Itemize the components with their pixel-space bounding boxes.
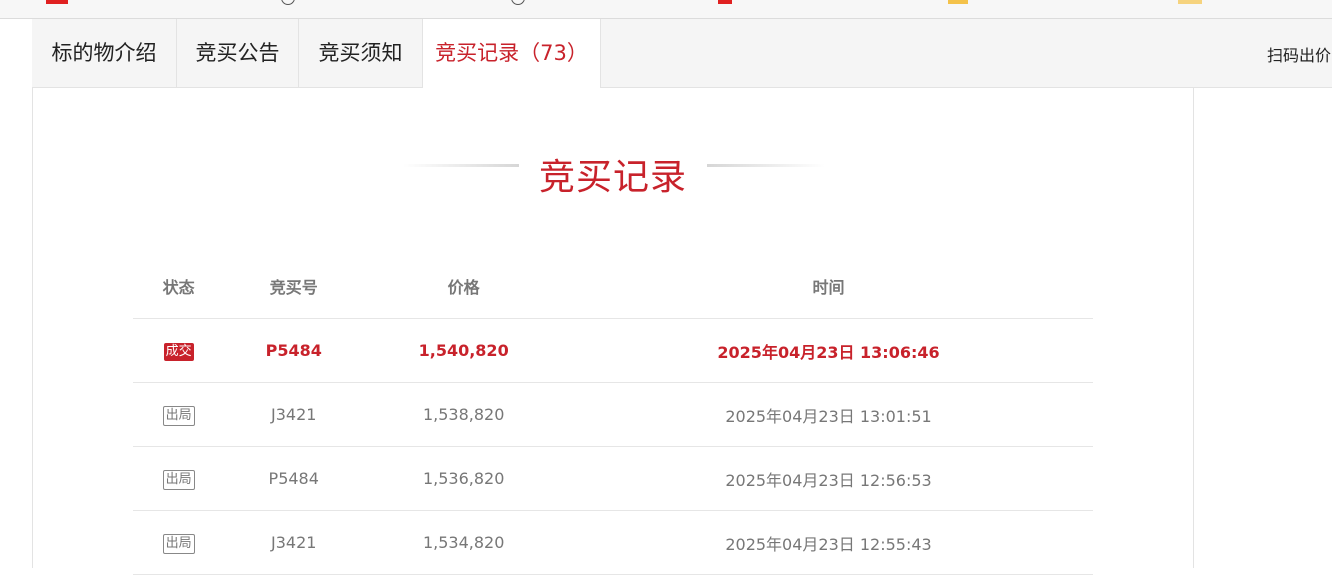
bid-records-panel: 竞买记录 状态 竞买号 价格 时间 成交 P5484 1,540,820 202… [32, 88, 1194, 575]
nav-icon-fragment [511, 0, 525, 5]
price-cell: 1,534,820 [363, 510, 565, 575]
bid-no-cell: P5484 [224, 318, 364, 383]
price-cell: 1,540,820 [363, 318, 565, 383]
status-badge: 出局 [162, 533, 195, 554]
status-badge: 出局 [162, 469, 195, 490]
bid-no-cell: P5484 [224, 446, 364, 511]
column-header-time: 时间 [564, 254, 1093, 319]
status-cell: 成交 [133, 318, 225, 383]
title-decor-line-right [707, 164, 825, 167]
section-title: 竞买记录 [33, 148, 1193, 200]
time-cell: 2025年04月23日 13:06:46 [564, 318, 1093, 383]
status-cell: 出局 [133, 510, 225, 575]
nav-fragment [718, 0, 732, 4]
nav-fragment [948, 0, 968, 4]
table-row: 出局 J3421 1,534,820 2025年04月23日 12:55:43 [133, 510, 1093, 575]
nav-fragment [46, 0, 68, 4]
tab-item-intro[interactable]: 标的物介绍 [32, 19, 177, 87]
time-cell: 2025年04月23日 12:55:43 [564, 510, 1093, 575]
table-header-row: 状态 竞买号 价格 时间 [133, 254, 1093, 319]
tab-notice[interactable]: 竞买须知 [299, 19, 423, 87]
scan-to-bid-link[interactable]: 扫码出价 [1267, 19, 1331, 87]
bid-records-table: 状态 竞买号 价格 时间 成交 P5484 1,540,820 2025年04月… [133, 254, 1093, 575]
status-badge: 成交 [163, 343, 194, 361]
column-header-price: 价格 [363, 254, 565, 319]
price-cell: 1,538,820 [363, 382, 565, 447]
status-cell: 出局 [133, 382, 225, 447]
nav-fragment [1178, 0, 1202, 4]
section-title-text: 竞买记录 [538, 157, 687, 198]
bid-no-cell: J3421 [224, 382, 364, 447]
column-header-status: 状态 [133, 254, 225, 319]
top-nav-strip [0, 0, 1332, 19]
table-row: 出局 P5484 1,536,820 2025年04月23日 12:56:53 [133, 446, 1093, 511]
table-row: 出局 J3421 1,538,820 2025年04月23日 13:01:51 [133, 382, 1093, 447]
nav-icon-fragment [281, 0, 295, 5]
table-row: 成交 P5484 1,540,820 2025年04月23日 13:06:46 [133, 318, 1093, 383]
status-badge: 出局 [162, 405, 195, 426]
tab-bid-records[interactable]: 竞买记录（73） [423, 19, 601, 88]
time-cell: 2025年04月23日 13:01:51 [564, 382, 1093, 447]
time-cell: 2025年04月23日 12:56:53 [564, 446, 1093, 511]
bid-no-cell: J3421 [224, 510, 364, 575]
tab-bar: 标的物介绍 竞买公告 竞买须知 竞买记录（73） 扫码出价 [32, 19, 1332, 88]
status-cell: 出局 [133, 446, 225, 511]
column-header-bid-no: 竞买号 [224, 254, 364, 319]
price-cell: 1,536,820 [363, 446, 565, 511]
tab-announcement[interactable]: 竞买公告 [177, 19, 299, 87]
